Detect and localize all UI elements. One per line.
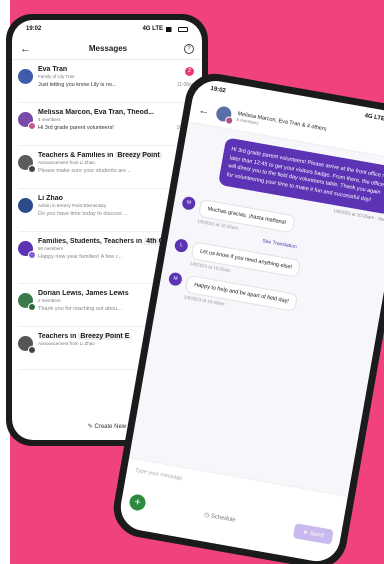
avatar (18, 112, 36, 130)
status-time: 19:02 (26, 26, 42, 32)
avatar (18, 155, 36, 173)
status-icons: 4G LTE (142, 26, 188, 32)
create-new-label: Create New (94, 424, 127, 430)
conversation-title: Eva Tran (38, 66, 196, 73)
schedule-label: Schedule (210, 512, 237, 524)
compose-icon: ✎ (87, 424, 93, 430)
conversation-row[interactable]: Teachers & Families in Breezy Point Annou… (18, 146, 196, 189)
avatar (18, 241, 36, 259)
conversation-preview: Hi 3rd grade parent volunteers! (38, 125, 114, 131)
avatar (18, 198, 33, 213)
help-circle-icon[interactable]: ? (184, 43, 194, 54)
avatar (18, 69, 33, 84)
conversation-name: Eva Tran (38, 66, 68, 73)
avatar-secondary (28, 303, 36, 311)
sender-avatar: M (181, 195, 197, 211)
network-label: 4G LTE (142, 26, 163, 32)
messages-header: ← Messages ? (12, 38, 202, 60)
group-avatar (215, 105, 234, 126)
network-label: 4G LTE (364, 113, 384, 123)
send-button[interactable]: ➤ Send (293, 522, 334, 545)
conversation-preview: Just letting you know Lily is no... (38, 82, 117, 88)
conversation-subtitle: Announcement from Li Zhao (38, 160, 95, 165)
sender-avatar: L (173, 238, 189, 254)
schedule-button[interactable]: ◷ Schedule (204, 511, 237, 523)
unread-badge: 2 (185, 67, 194, 76)
sender-avatar: M (167, 271, 183, 287)
conversation-name: Dorian Lewis, James Lewis (38, 290, 129, 297)
conversation-name: Li Zhao (38, 195, 63, 202)
signal-icon (166, 26, 175, 32)
add-attachment-button[interactable]: + (128, 493, 147, 512)
status-icons: 4G LTE (364, 113, 384, 125)
avatar (18, 336, 36, 354)
avatar (18, 293, 36, 311)
conversation-chip: Breezy Point E (78, 333, 132, 340)
conversation-info: Eva Tran Family of Lily Tran Just letting … (38, 66, 196, 96)
back-arrow-icon[interactable]: ← (20, 43, 32, 55)
send-icon: ➤ (302, 529, 309, 536)
conversation-title: Teachers & Families in Breezy Point (38, 152, 196, 159)
conversation-subtitle: Family of Lily Tran (38, 74, 75, 79)
conversation-row[interactable]: Melissa Marcon, Eva Tran, Theod... 4 memb… (18, 103, 196, 146)
conversation-name: Melissa Marcon, Eva Tran, Theod... (38, 109, 154, 116)
avatar-secondary (28, 346, 36, 354)
avatar-secondary (28, 165, 36, 173)
avatar-secondary (28, 251, 36, 259)
back-arrow-icon[interactable]: ← (198, 104, 212, 118)
conversation-subtitle: 4 members (38, 117, 61, 122)
avatar-secondary (28, 122, 36, 130)
battery-icon (178, 26, 188, 32)
page-title: Messages (88, 44, 128, 53)
group-avatar-secondary (224, 115, 234, 126)
conversation-info: Melissa Marcon, Eva Tran, Theod... 4 memb… (38, 109, 196, 139)
send-label: Send (309, 530, 325, 539)
conversation-name: Teachers in (38, 333, 77, 340)
conversation-row[interactable]: Eva Tran Family of Lily Tran Just letting … (18, 60, 196, 103)
status-time: 19:02 (209, 85, 227, 95)
conversation-name: Families, Students, Teachers in (38, 238, 143, 245)
conversation-title: Melissa Marcon, Eva Tran, Theod... (38, 109, 196, 116)
conversation-name: Teachers & Families in (38, 152, 114, 159)
conversation-chip: Breezy Point (115, 152, 162, 159)
clock-icon: ◷ (203, 511, 210, 519)
status-bar: 19:02 4G LTE (12, 20, 202, 38)
